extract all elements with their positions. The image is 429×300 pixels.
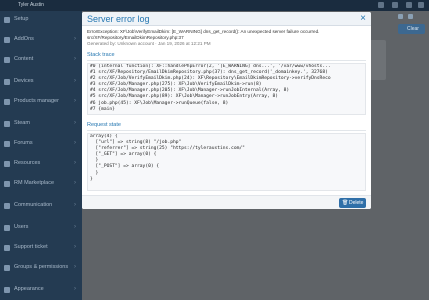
ticket-icon	[4, 245, 10, 251]
chevron-right-icon: ›	[74, 244, 76, 250]
chevron-right-icon: ›	[74, 202, 76, 208]
shield-icon	[4, 265, 10, 271]
sidebar-item-addons[interactable]: AddOns ›	[0, 31, 82, 49]
paint-icon	[4, 287, 10, 293]
box-icon	[4, 99, 10, 105]
chevron-right-icon: ›	[74, 120, 76, 126]
request-state-box: array(4) { ["url"] => string(8) "/job.ph…	[87, 133, 366, 191]
top-bar: Tyler Austin	[0, 0, 429, 11]
chevron-right-icon: ›	[74, 140, 76, 146]
refresh-icon[interactable]	[408, 14, 413, 19]
chevron-right-icon: ›	[74, 98, 76, 104]
gear-icon	[4, 17, 10, 23]
download-icon	[4, 161, 10, 167]
chevron-right-icon: ›	[74, 36, 76, 42]
modal-header: Server error log ×	[82, 12, 371, 26]
divider	[87, 130, 366, 131]
menu-icon[interactable]	[418, 2, 424, 8]
search-icon[interactable]	[378, 2, 384, 8]
sidebar-item-label: Steam	[14, 120, 30, 126]
sidebar-item-label: Groups & permissions	[14, 264, 69, 270]
delete-button[interactable]: 🗑 Delete	[339, 198, 366, 208]
sidebar-item-steam[interactable]: Steam ›	[0, 115, 82, 133]
sidebar-item-groups-permissions[interactable]: Groups & permissions ›	[0, 259, 82, 277]
sidebar-item-support-ticket[interactable]: Support ticket ›	[0, 239, 82, 257]
sidebar-item-label: Appearance	[14, 286, 44, 292]
sidebar-item-content[interactable]: Content ›	[0, 51, 82, 69]
comments-icon	[4, 141, 10, 147]
sidebar-item-label: Users	[14, 224, 29, 230]
app-title: Tyler Austin	[18, 2, 44, 8]
request-state-line: }	[90, 176, 93, 182]
bell-icon[interactable]	[392, 2, 398, 8]
sidebar-item-label: RM Marketplace	[14, 180, 55, 186]
sidebar-item-label: Products manager	[14, 98, 59, 104]
generated-by: Generated by: Unknown account · Jan 19, …	[87, 41, 211, 46]
chevron-right-icon: ›	[74, 264, 76, 270]
sidebar-item-forums[interactable]: Forums ›	[0, 135, 82, 153]
puzzle-icon	[4, 37, 10, 43]
sidebar-item-label: Resources	[14, 160, 41, 166]
file-icon	[4, 57, 10, 63]
request-state-heading: Request state	[87, 122, 121, 128]
sidebar-item-label: Support ticket	[14, 244, 48, 250]
chevron-right-icon: ›	[74, 78, 76, 84]
stack-trace-box: #0 [internal function]: XF::handlePhpErr…	[87, 63, 366, 115]
steam-icon	[4, 121, 10, 127]
sidebar-item-rm-marketplace[interactable]: RM Marketplace ›	[0, 175, 82, 193]
stack-trace-heading: Stack trace	[87, 52, 115, 58]
clear-button[interactable]: Clear	[398, 24, 425, 34]
modal-title: Server error log	[87, 14, 150, 24]
modal-footer: 🗑 Delete	[82, 195, 371, 209]
sidebar-item-label: AddOns	[14, 36, 34, 42]
sidebar-item-resources[interactable]: Resources ›	[0, 155, 82, 173]
chevron-right-icon: ›	[74, 56, 76, 62]
chevron-right-icon: ›	[74, 180, 76, 186]
close-icon[interactable]: ×	[360, 13, 366, 24]
users-icon	[4, 225, 10, 231]
chevron-right-icon: ›	[74, 286, 76, 292]
sidebar-item-label: Forums	[14, 140, 33, 146]
stack-trace-line: #7 {main}	[90, 106, 115, 112]
user-icon[interactable]	[406, 2, 412, 8]
sidebar-item-appearance[interactable]: Appearance ›	[0, 281, 82, 299]
sidebar-item-products-manager[interactable]: Products manager ›	[0, 93, 82, 111]
trash-icon: 🗑	[342, 200, 349, 206]
sidebar-item-communication[interactable]: Communication ›	[0, 197, 82, 215]
admin-sidebar: Setup AddOns › Content › Devices › Produ…	[0, 11, 82, 300]
sidebar-item-devices[interactable]: Devices ›	[0, 73, 82, 91]
cart-icon	[4, 181, 10, 187]
settings-icon[interactable]	[398, 14, 403, 19]
error-log-modal: Server error log × ErrorException: XF\Jo…	[82, 12, 371, 209]
envelope-icon	[4, 203, 10, 209]
sidebar-item-label: Communication	[14, 202, 53, 208]
sidebar-item-label: Content	[14, 56, 34, 62]
chevron-right-icon: ›	[74, 224, 76, 230]
sidebar-item-users[interactable]: Users ›	[0, 219, 82, 237]
sidebar-item-label: Devices	[14, 78, 34, 84]
clear-button-label: Clear	[407, 26, 419, 32]
sidebar-item-setup[interactable]: Setup	[0, 11, 82, 29]
chevron-right-icon: ›	[74, 160, 76, 166]
divider	[87, 60, 366, 61]
sidebar-item-label: Setup	[14, 16, 29, 22]
device-icon	[4, 79, 10, 85]
delete-button-label: Delete	[349, 200, 364, 206]
